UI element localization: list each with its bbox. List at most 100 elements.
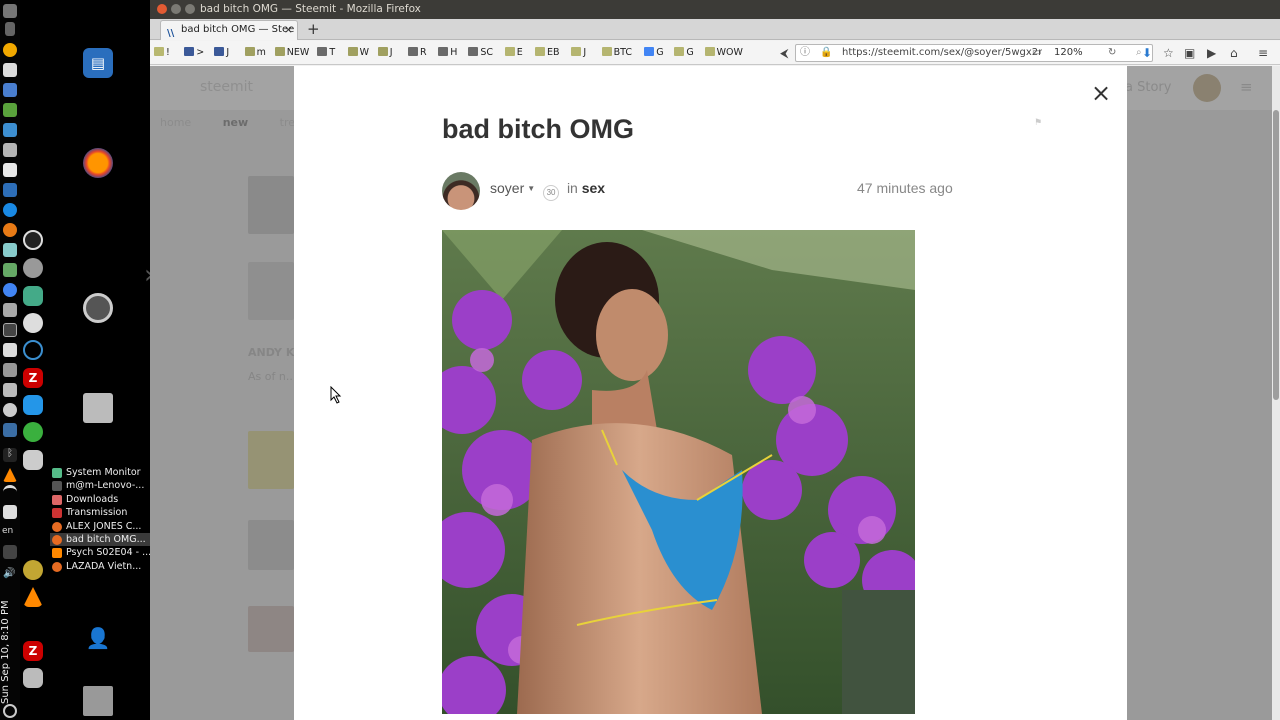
wifi-icon[interactable]: [3, 485, 17, 499]
dogecoin-icon[interactable]: [23, 560, 43, 580]
download-icon[interactable]: ⬇: [1142, 45, 1152, 61]
maximize-window-button[interactable]: [185, 4, 195, 14]
store-icon[interactable]: [3, 343, 17, 357]
browser-tab[interactable]: \\ bad bitch OMG — Stee ×: [160, 20, 298, 40]
files-icon[interactable]: [3, 143, 17, 157]
app-icon[interactable]: [3, 163, 17, 177]
bookmark-item[interactable]: H: [438, 45, 457, 61]
bitcoin-icon[interactable]: [3, 43, 17, 57]
notes-icon[interactable]: [3, 63, 17, 77]
settings-icon[interactable]: [3, 403, 17, 417]
home-icon[interactable]: ⌂: [1230, 45, 1238, 61]
telegram-icon[interactable]: [23, 422, 43, 442]
author-avatar[interactable]: [442, 172, 480, 210]
bookmark-item[interactable]: J: [214, 45, 229, 61]
bookmark-item[interactable]: >: [184, 45, 204, 61]
monitor-icon[interactable]: [3, 323, 17, 337]
drive-icon[interactable]: [3, 383, 17, 397]
bookmark-item[interactable]: SC: [468, 45, 493, 61]
window-titlebar[interactable]: bad bitch OMG — Steemit - Mozilla Firefo…: [150, 0, 1280, 19]
bookmark-item[interactable]: G: [644, 45, 664, 61]
url-bar[interactable]: ⓘ 🔒 https://steemit.com/sex/@soyer/5wgx2…: [795, 44, 1153, 62]
bookmark-item[interactable]: J: [571, 45, 586, 61]
chrome-icon[interactable]: [3, 283, 17, 297]
new-tab-button[interactable]: +: [307, 19, 320, 39]
bookmark-item[interactable]: G: [674, 45, 694, 61]
bookmark-item[interactable]: NEW: [274, 45, 309, 61]
vlc-icon[interactable]: [3, 468, 17, 482]
language-indicator[interactable]: en: [2, 526, 13, 536]
spreadsheet-icon[interactable]: [3, 103, 17, 117]
author-dropdown-icon[interactable]: ▼: [527, 184, 535, 193]
filezilla-icon-2[interactable]: Z: [23, 641, 43, 661]
skype-icon[interactable]: [3, 203, 17, 217]
hamburger-menu-icon[interactable]: ≡: [1258, 45, 1268, 61]
scrollbar-thumb[interactable]: [1273, 110, 1279, 400]
bluetooth-icon[interactable]: ᛒ: [3, 448, 17, 462]
search-app-icon[interactable]: [23, 668, 43, 688]
ubuntu-icon[interactable]: [83, 293, 113, 323]
dvd-icon[interactable]: [23, 258, 43, 278]
volume-icon[interactable]: 🔊: [3, 568, 17, 582]
feed-thumbnail: [248, 520, 294, 570]
search-icon[interactable]: ⌕: [1136, 45, 1142, 61]
pocket-icon[interactable]: ▣: [1184, 45, 1195, 61]
bookmark-item[interactable]: W: [347, 45, 369, 61]
flag-icon[interactable]: ⚑: [1034, 118, 1042, 128]
keyboard-icon[interactable]: [3, 505, 17, 519]
grid-icon[interactable]: [3, 123, 17, 137]
bookmark-item[interactable]: m: [244, 45, 266, 61]
photo-icon[interactable]: [3, 243, 17, 257]
upload-icon[interactable]: [5, 22, 15, 36]
reload-icon[interactable]: ↻: [1108, 45, 1116, 61]
category-link[interactable]: sex: [582, 180, 605, 196]
obs-icon[interactable]: [23, 230, 43, 250]
bookmark-item[interactable]: E: [504, 45, 523, 61]
bookmark-item[interactable]: R: [408, 45, 427, 61]
reader-icon[interactable]: ▭: [1032, 45, 1041, 61]
zoom-level[interactable]: 120%: [1054, 45, 1083, 61]
filezilla-icon[interactable]: Z: [23, 368, 43, 388]
bookmark-item[interactable]: T: [317, 45, 335, 61]
apps-icon[interactable]: [3, 263, 17, 277]
atom-icon[interactable]: [23, 340, 43, 360]
drive-icon[interactable]: [83, 393, 113, 423]
trash-icon[interactable]: [83, 686, 113, 716]
bookmark-item[interactable]: WOW: [704, 45, 743, 61]
back-icon[interactable]: ⮜: [780, 45, 789, 61]
calc-icon[interactable]: [3, 83, 17, 97]
lang-icon[interactable]: [3, 223, 17, 237]
writer-icon[interactable]: ▤: [83, 48, 113, 78]
bookmark-item[interactable]: J: [377, 45, 393, 61]
screenshot-icon[interactable]: [23, 450, 43, 470]
firefox-icon: [52, 521, 62, 532]
doc-icon[interactable]: [3, 183, 17, 197]
author-name[interactable]: soyer: [490, 180, 524, 196]
menu-icon[interactable]: [3, 4, 17, 18]
page-scrollbar[interactable]: [1272, 66, 1280, 720]
anki-icon[interactable]: [23, 395, 43, 415]
url-text[interactable]: https://steemit.com/sex/@soyer/5wgx2r-b: [842, 45, 1042, 61]
bookmark-item[interactable]: BTC: [601, 45, 632, 61]
disk-icon[interactable]: [3, 363, 17, 377]
bookmark-item[interactable]: EB: [535, 45, 560, 61]
info-icon[interactable]: ⓘ: [800, 45, 810, 61]
close-modal-button[interactable]: ×: [1091, 80, 1111, 106]
tab-close-icon[interactable]: ×: [284, 21, 293, 39]
map-icon[interactable]: [23, 286, 43, 306]
tool-icon[interactable]: [3, 303, 17, 317]
close-window-button[interactable]: [157, 4, 167, 14]
minimize-window-button[interactable]: [171, 4, 181, 14]
disc-icon[interactable]: [23, 313, 43, 333]
firefox-icon[interactable]: [83, 148, 113, 178]
window-icon[interactable]: [3, 423, 17, 437]
mute-icon[interactable]: [3, 545, 17, 559]
clock[interactable]: Sun Sep 10, 8:10 PM: [0, 600, 20, 704]
power-icon[interactable]: [3, 704, 17, 718]
bookmark-item[interactable]: !: [154, 45, 170, 61]
user-icon[interactable]: 👤: [83, 623, 113, 653]
vlc-icon: [52, 548, 62, 559]
vlc-icon[interactable]: [23, 587, 43, 607]
bookmark-star-icon[interactable]: ☆: [1163, 45, 1174, 61]
youtube-icon[interactable]: ▶: [1207, 45, 1216, 61]
